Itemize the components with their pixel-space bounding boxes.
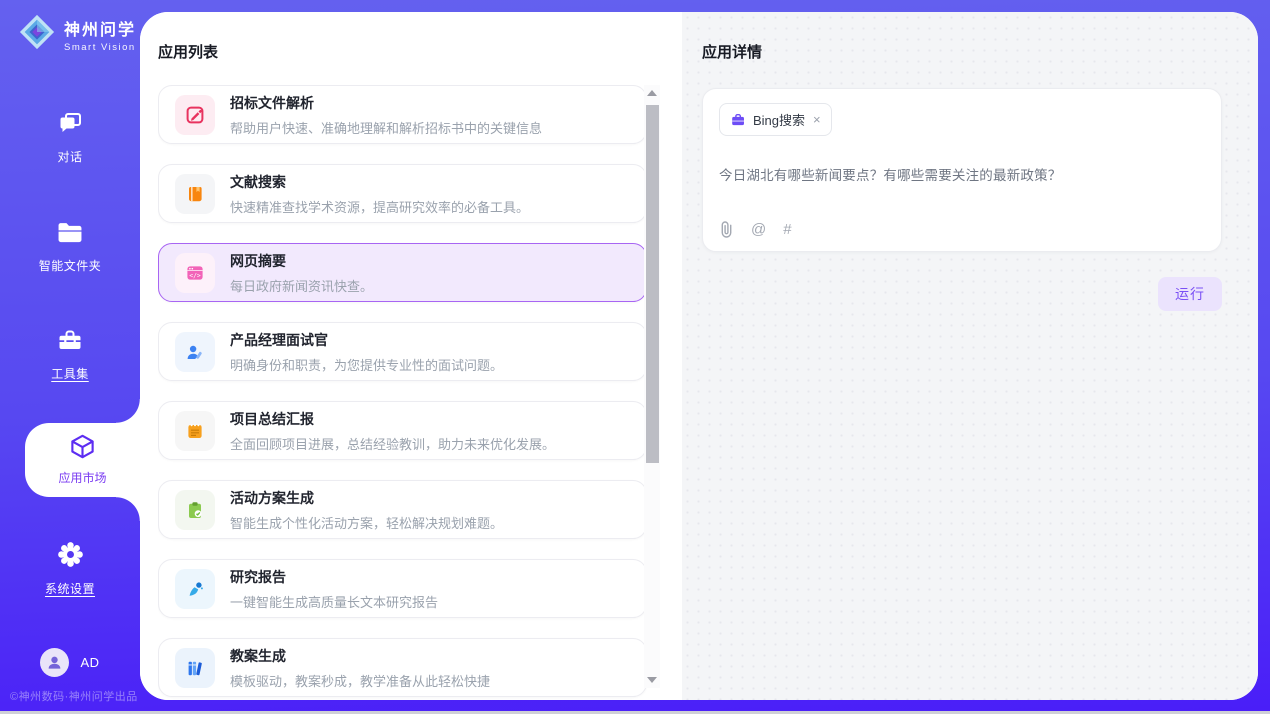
app-item-desc: 明确身份和职责，为您提供专业性的面试问题。 — [230, 355, 503, 374]
app-item-text: 活动方案生成 智能生成个性化活动方案，轻松解决规划难题。 — [230, 488, 503, 532]
app-item-desc: 一键智能生成高质量长文本研究报告 — [230, 592, 438, 611]
sidebar-item-settings[interactable]: 系统设置 — [0, 541, 140, 597]
folder-icon — [56, 220, 84, 250]
app-item-name: 文献搜索 — [230, 172, 529, 192]
app-item-desc: 全面回顾项目进展，总结经验教训，助力未来优化发展。 — [230, 434, 555, 453]
toolbox-icon — [56, 327, 84, 358]
app-item-text: 文献搜索 快速精准查找学术资源，提高研究效率的必备工具。 — [230, 172, 529, 216]
mention-icon[interactable]: @ — [751, 221, 766, 238]
browser-code-icon: </> — [175, 253, 215, 293]
user-initials: AD — [80, 655, 99, 670]
app-item-web-summary-selected[interactable]: </> 网页摘要 每日政府新闻资讯快查。 — [158, 243, 647, 302]
app-item-event-plan[interactable]: 活动方案生成 智能生成个性化活动方案，轻松解决规划难题。 — [158, 480, 647, 539]
tool-chip-bing-search[interactable]: Bing搜索 × — [719, 103, 832, 136]
notepad-icon — [175, 411, 215, 451]
scrollbar-up-arrow-icon[interactable] — [647, 90, 657, 96]
book-icon — [175, 174, 215, 214]
sidebar-item-label: 应用市场 — [25, 469, 140, 486]
chip-close-icon[interactable]: × — [813, 112, 821, 127]
app-item-text: 产品经理面试官 明确身份和职责，为您提供专业性的面试问题。 — [230, 330, 503, 374]
app-item-name: 研究报告 — [230, 567, 438, 587]
sidebar-item-label: 工具集 — [0, 365, 140, 382]
scrollbar[interactable] — [644, 85, 660, 688]
scrollbar-thumb[interactable] — [646, 105, 659, 463]
query-card[interactable]: Bing搜索 × 今日湖北有哪些新闻要点？有哪些需要关注的最新政策？ @ # — [702, 88, 1222, 252]
app-item-text: 教案生成 模板驱动，教案秒成，教学准备从此轻松快捷 — [230, 646, 490, 690]
gear-icon — [57, 541, 84, 573]
brand-name: 神州问学 — [64, 22, 136, 39]
scrollbar-down-arrow-icon[interactable] — [647, 677, 657, 683]
interviewer-icon — [175, 332, 215, 372]
app-item-research-report[interactable]: 研究报告 一键智能生成高质量长文本研究报告 — [158, 559, 647, 618]
app-frame: 神州问学 Smart Vision 对话 智能文件夹 — [0, 0, 1270, 711]
sidebar-item-label: 对话 — [0, 148, 140, 165]
sidebar-item-toolset[interactable]: 工具集 — [0, 327, 140, 382]
app-list-panel: 应用列表 招标文件解析 帮助用户快速、准确地理解和解析招标书中的关键信息 — [140, 12, 682, 700]
app-item-name: 网页摘要 — [230, 251, 373, 271]
input-toolbar: @ # — [719, 221, 1205, 238]
app-item-desc: 帮助用户快速、准确地理解和解析招标书中的关键信息 — [230, 118, 542, 137]
app-item-pm-interviewer[interactable]: 产品经理面试官 明确身份和职责，为您提供专业性的面试问题。 — [158, 322, 647, 381]
brand-subtitle: Smart Vision — [64, 42, 136, 53]
run-button[interactable]: 运行 — [1158, 277, 1222, 311]
app-item-bid-parse[interactable]: 招标文件解析 帮助用户快速、准确地理解和解析招标书中的关键信息 — [158, 85, 647, 144]
sidebar-item-chat[interactable]: 对话 — [0, 110, 140, 165]
app-detail-title: 应用详情 — [702, 41, 1258, 62]
app-item-lesson-plan[interactable]: 教案生成 模板驱动，教案秒成，教学准备从此轻松快捷 — [158, 638, 647, 697]
app-item-text: 招标文件解析 帮助用户快速、准确地理解和解析招标书中的关键信息 — [230, 93, 542, 137]
clipboard-check-icon — [175, 490, 215, 530]
app-list: 招标文件解析 帮助用户快速、准确地理解和解析招标书中的关键信息 文献搜索 — [158, 85, 647, 700]
app-item-desc: 智能生成个性化活动方案，轻松解决规划难题。 — [230, 513, 503, 532]
copyright-footer: ©神州数码·神州问学出品 — [10, 688, 138, 704]
sidebar-item-label: 系统设置 — [0, 580, 140, 597]
chat-icon — [57, 110, 84, 141]
avatar — [40, 648, 69, 677]
briefcase-icon — [730, 112, 746, 128]
brand-diamond-icon — [18, 13, 56, 56]
edit-square-icon — [175, 95, 215, 135]
attachment-icon[interactable] — [719, 221, 734, 238]
svg-text:</>: </> — [189, 271, 201, 279]
app-item-literature-search[interactable]: 文献搜索 快速精准查找学术资源，提高研究效率的必备工具。 — [158, 164, 647, 223]
app-item-name: 产品经理面试官 — [230, 330, 503, 350]
app-item-name: 教案生成 — [230, 646, 490, 666]
user-account[interactable]: AD — [0, 648, 140, 677]
tool-chip-label: Bing搜索 — [753, 110, 805, 129]
brand-text: 神州问学 Smart Vision — [64, 16, 136, 53]
brand-logo: 神州问学 Smart Vision — [18, 13, 136, 56]
run-row: 运行 — [682, 277, 1222, 311]
books-icon — [175, 648, 215, 688]
cube-icon — [69, 433, 96, 465]
app-item-desc: 快速精准查找学术资源，提高研究效率的必备工具。 — [230, 197, 529, 216]
sidebar-item-label: 智能文件夹 — [0, 257, 140, 274]
app-item-desc: 每日政府新闻资讯快查。 — [230, 276, 373, 295]
app-item-name: 招标文件解析 — [230, 93, 542, 113]
app-item-name: 活动方案生成 — [230, 488, 503, 508]
app-item-desc: 模板驱动，教案秒成，教学准备从此轻松快捷 — [230, 671, 490, 690]
query-text[interactable]: 今日湖北有哪些新闻要点？有哪些需要关注的最新政策？ — [719, 164, 1205, 184]
app-item-text: 研究报告 一键智能生成高质量长文本研究报告 — [230, 567, 438, 611]
sidebar-item-smart-folder[interactable]: 智能文件夹 — [0, 220, 140, 274]
content-area: 应用列表 招标文件解析 帮助用户快速、准确地理解和解析招标书中的关键信息 — [140, 12, 1258, 700]
app-item-text: 网页摘要 每日政府新闻资讯快查。 — [230, 251, 373, 295]
sidebar: 神州问学 Smart Vision 对话 智能文件夹 — [0, 0, 140, 711]
ink-quill-icon — [175, 569, 215, 609]
app-item-text: 项目总结汇报 全面回顾项目进展，总结经验教训，助力未来优化发展。 — [230, 409, 555, 453]
hashtag-icon[interactable]: # — [783, 221, 791, 238]
app-list-title: 应用列表 — [158, 41, 682, 62]
app-detail-panel: 应用详情 Bing搜索 × 今日湖北有哪些新闻要点？有哪些需要关注的最新政策？ — [682, 12, 1258, 700]
app-item-name: 项目总结汇报 — [230, 409, 555, 429]
sidebar-item-app-market-active[interactable]: 应用市场 — [25, 423, 140, 497]
app-item-project-summary[interactable]: 项目总结汇报 全面回顾项目进展，总结经验教训，助力未来优化发展。 — [158, 401, 647, 460]
